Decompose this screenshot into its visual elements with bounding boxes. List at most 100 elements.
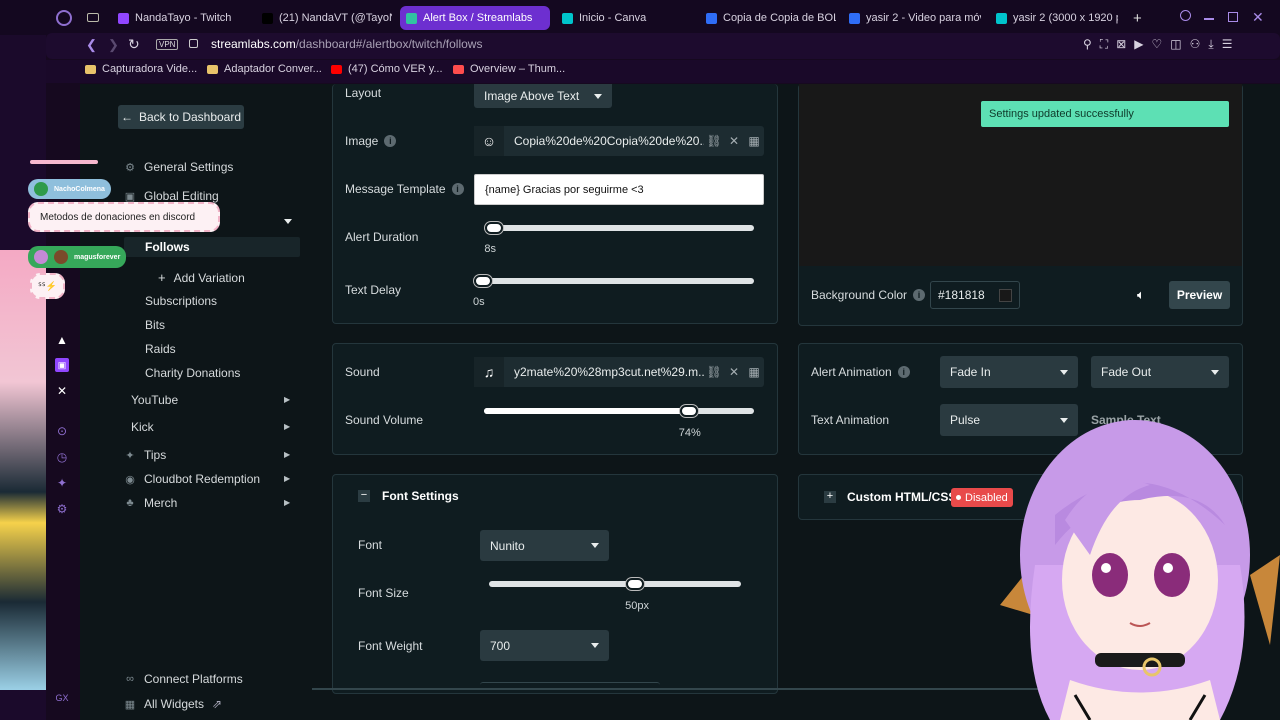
browser-tab[interactable]: yasir 2 - Video para móv xyxy=(843,6,981,30)
layout-dropdown[interactable]: Image Above Text xyxy=(474,84,612,108)
bookmark-favicon-icon xyxy=(453,64,464,74)
link-icon[interactable]: ⛓ xyxy=(704,365,724,379)
rail-x-icon[interactable]: ✕ xyxy=(55,384,69,398)
heart-icon[interactable]: ♡ xyxy=(1152,37,1163,52)
tab-favicon-icon xyxy=(262,12,273,24)
widgets-icon: ▦ xyxy=(124,698,136,711)
duration-slider-handle[interactable] xyxy=(485,222,504,234)
nav-tips[interactable]: ✦ Tips xyxy=(124,448,166,462)
nav-youtube[interactable]: YouTube xyxy=(131,393,178,407)
download-icon[interactable]: ⤓ xyxy=(1208,37,1213,52)
nav-subscriptions[interactable]: Subscriptions xyxy=(145,294,217,308)
bookmark-item[interactable]: Adaptador Conver... xyxy=(207,63,322,75)
menu-icon[interactable]: ☰ xyxy=(1222,37,1233,52)
browser-tab[interactable]: Alert Box / Streamlabs xyxy=(400,6,550,30)
collapse-font-icon[interactable]: − xyxy=(358,490,370,502)
close-icon[interactable]: ✕ xyxy=(724,365,744,379)
nav-kick[interactable]: Kick xyxy=(131,420,154,434)
browser-tab[interactable]: Copia de Copia de BOLI xyxy=(700,6,836,30)
rail-settings-icon[interactable]: ⚙ xyxy=(55,502,69,516)
tab-label: NandaTayo - Twitch xyxy=(135,12,232,24)
expand-custom-icon[interactable]: + xyxy=(824,491,836,503)
maximize-icon[interactable] xyxy=(1228,12,1238,22)
info-icon[interactable]: i xyxy=(913,289,926,301)
nav-bits[interactable]: Bits xyxy=(145,318,165,332)
close-icon[interactable]: ✕ xyxy=(724,134,744,148)
browser-logo-icon[interactable] xyxy=(56,10,72,26)
nav-raids[interactable]: Raids xyxy=(145,342,176,356)
rail-twitch-icon[interactable]: ▣ xyxy=(55,358,69,372)
bookmark-favicon-icon xyxy=(331,64,342,74)
extensions-icon[interactable]: ◫ xyxy=(1170,37,1181,52)
color-swatch[interactable] xyxy=(999,288,1012,302)
sound-file-input[interactable]: ♫ y2mate%20%28mp3cut.net%29.m... ⛓ ✕ ▦ xyxy=(474,357,764,387)
nav-cloudbot[interactable]: ◉ Cloudbot Redemption xyxy=(124,472,260,486)
browser-tab[interactable]: NandaTayo - Twitch xyxy=(112,6,252,30)
info-icon[interactable]: i xyxy=(451,183,464,195)
url-field[interactable]: streamlabs.com/dashboard#/alertbox/twitc… xyxy=(211,37,482,51)
rail-gx-icon[interactable]: GX xyxy=(55,691,69,705)
back-nav-icon[interactable]: ❮ xyxy=(86,37,97,53)
overlay-art-left xyxy=(0,250,46,690)
gallery-icon[interactable]: ▦ xyxy=(744,365,764,379)
rail-history-icon[interactable]: ◷ xyxy=(55,450,69,464)
bookmark-item[interactable]: (47) Cómo VER y... xyxy=(331,63,443,75)
add-variation-button[interactable]: + Add Variation xyxy=(158,270,245,285)
nav-merch[interactable]: ♣ Merch xyxy=(124,496,177,510)
delay-slider-handle[interactable] xyxy=(474,275,492,287)
preview-button[interactable]: Preview xyxy=(1169,281,1230,309)
gallery-icon[interactable]: ▦ xyxy=(744,134,764,148)
bookmark-item[interactable]: Overview – Thum... xyxy=(453,63,565,75)
status-dot-icon xyxy=(956,495,961,500)
volume-slider-handle[interactable] xyxy=(679,405,698,417)
animation-in-dropdown[interactable]: Fade In xyxy=(940,356,1078,388)
forward-nav-icon[interactable]: ❯ xyxy=(108,37,119,53)
horizontal-scrollbar[interactable] xyxy=(312,688,1052,690)
minimize-icon[interactable] xyxy=(1204,18,1214,20)
info-icon[interactable]: i xyxy=(897,366,910,378)
bg-color-input[interactable]: #181818 xyxy=(930,281,1020,309)
adblock-icon[interactable]: ⊠ xyxy=(1116,37,1126,52)
close-window-icon[interactable]: ✕ xyxy=(1252,9,1264,26)
nav-charity-donations[interactable]: Charity Donations xyxy=(145,366,240,380)
bookmark-label: Adaptador Conver... xyxy=(224,63,322,75)
browser-tab[interactable]: (21) NandaVT (@TayoNa xyxy=(256,6,392,30)
profile-icon[interactable]: ⚇ xyxy=(1190,37,1201,52)
nav-connect-platforms[interactable]: ∞ Connect Platforms xyxy=(124,672,243,686)
new-tab-button[interactable]: + xyxy=(1133,10,1142,27)
browser-tab[interactable]: yasir 2 (3000 x 1920 px) xyxy=(990,6,1118,30)
nav-all-widgets[interactable]: ▦ All Widgets ⇗ xyxy=(124,697,222,711)
twitch-section-caret[interactable] xyxy=(284,219,292,224)
font-dropdown[interactable]: Nunito xyxy=(480,530,609,561)
rail-arrow-icon[interactable]: ▲ xyxy=(55,333,69,347)
delay-slider-track[interactable] xyxy=(478,278,754,284)
font-settings-title[interactable]: Font Settings xyxy=(382,489,459,503)
vpn-badge[interactable]: VPN xyxy=(156,39,179,50)
reload-icon[interactable]: ↻ xyxy=(128,36,140,53)
info-icon[interactable]: i xyxy=(384,135,397,147)
browser-tab[interactable]: Inicio - Canva xyxy=(556,6,694,30)
image-file-input[interactable]: ☺ Copia%20de%20Copia%20de%20... ⛓ ✕ ▦ xyxy=(474,126,764,156)
custom-html-title[interactable]: Custom HTML/CSS xyxy=(847,490,956,504)
font-weight-dropdown[interactable]: 700 xyxy=(480,630,609,661)
font-size-slider-handle[interactable] xyxy=(626,578,645,590)
rail-puzzle-icon[interactable]: ✦ xyxy=(55,476,69,490)
bookmark-item[interactable]: Capturadora Vide... xyxy=(85,63,197,75)
message-template-input[interactable]: {name} Gracias por seguirme <3 xyxy=(474,174,764,205)
duration-slider-track[interactable] xyxy=(484,225,754,231)
rail-play-icon[interactable]: ⊙ xyxy=(55,424,69,438)
search-tabs-icon[interactable] xyxy=(1180,10,1191,21)
sidebar-toggle-icon[interactable] xyxy=(87,13,99,22)
screenshot-icon[interactable]: ⛶ xyxy=(1100,37,1108,52)
font-size-slider-track[interactable] xyxy=(489,581,741,587)
speaker-icon[interactable]: 🔈︎ xyxy=(1137,287,1145,303)
nav-general-settings[interactable]: ⚙ General Settings xyxy=(124,160,233,174)
animation-out-dropdown[interactable]: Fade Out xyxy=(1091,356,1229,388)
pin-icon[interactable]: ⚲ xyxy=(1083,37,1092,52)
volume-label: Sound Volume xyxy=(345,413,424,427)
link-icon[interactable]: ⛓ xyxy=(704,134,724,148)
back-to-dashboard-button[interactable]: ← Back to Dashboard xyxy=(118,105,244,129)
nav-follows[interactable]: Follows xyxy=(145,240,190,254)
play-icon[interactable]: ▶ xyxy=(1134,37,1143,52)
volume-value: 74% xyxy=(678,427,701,439)
